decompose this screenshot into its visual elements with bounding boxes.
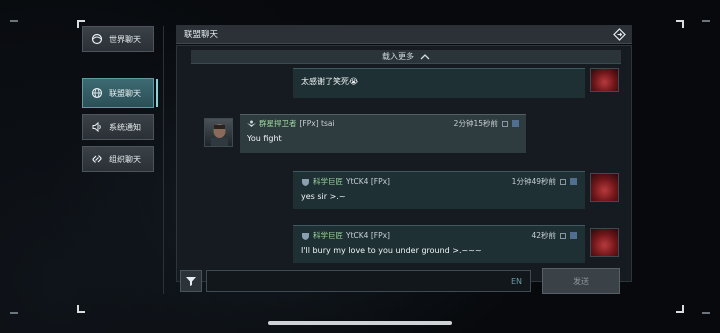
chat-message-bubble[interactable]: 群星捍卫者 [FPx] tsai 2分钟15秒前 You fight [240,114,526,153]
copy-icon[interactable] [502,120,508,127]
copy-icon[interactable] [560,232,566,239]
chat-panel-header: 联盟聊天 [176,25,632,44]
message-time: 2分钟15秒前 [453,119,498,128]
message-text: yes sir >.~ [301,192,346,201]
sidebar-item-world-chat[interactable]: 世界聊天 [82,26,154,52]
copy-icon[interactable] [560,178,566,185]
translate-icon[interactable] [570,178,577,185]
red-demon-avatar[interactable] [590,68,619,92]
frame-tick [10,20,18,22]
sender-tag: YtCK4 [FPx] [346,177,390,186]
message-time: 42秒前 [531,231,556,240]
message-text: I'll bury my love to you under ground >.… [301,246,482,255]
language-indicator[interactable]: EN [511,277,522,286]
shield-badge-icon [302,178,309,186]
globe-swirl-icon [91,33,103,45]
red-demon-avatar[interactable] [590,173,619,202]
frame-tick [702,20,710,22]
chat-message-bubble[interactable]: 科学巨匠 YtCK4 [FPx] 42秒前 I'll bury my love … [293,225,585,263]
send-button[interactable]: 发送 [542,268,620,294]
sender-tag: [FPx] tsai [299,119,335,128]
chat-message-input[interactable]: EN [206,270,531,292]
frame-tick [702,312,710,314]
sidebar-item-label: 世界聊天 [109,34,141,44]
load-more-button[interactable]: 载入更多 [191,50,621,64]
frame-corner [676,305,684,313]
translate-icon[interactable] [512,120,519,127]
sender-tag: YtCK4 [FPx] [346,231,390,240]
rank-wings-icon [247,120,256,127]
sidebar-item-system-notice[interactable]: 系统通知 [82,114,154,140]
sidebar-item-label: 联盟聊天 [109,88,141,98]
message-text: You fight [247,134,282,143]
filter-funnel-icon [186,277,196,286]
sidebar-item-organization-chat[interactable]: 组织聊天 [82,146,154,172]
link-icon [92,155,102,163]
chat-message-list[interactable]: 载入更多 太感谢了笑死😭 群星捍卫者 [FPx] tsai 2分钟15秒前 Yo… [176,45,632,282]
frame-corner [77,305,85,313]
message-text: 太感谢了笑死😭 [301,77,359,86]
sidebar-divider [163,26,164,294]
frame-corner [676,20,684,28]
sender-name[interactable]: 科学巨匠 [313,230,343,241]
sidebar-item-alliance-chat[interactable]: 联盟聊天 [82,78,158,108]
message-time: 1分钟49秒前 [511,177,556,186]
speaker-icon [92,121,101,133]
chevron-up-icon [420,54,430,60]
soldier-avatar[interactable] [204,118,233,147]
chat-panel: 联盟聊天 载入更多 太感谢了笑死😭 群星捍卫者 [FPx] tsai 2分钟15… [176,25,632,301]
panel-title: 联盟聊天 [184,30,219,40]
shield-badge-icon [302,232,309,240]
chat-channel-sidebar: 世界聊天 联盟聊天 系统通知 组织聊天 [82,26,158,178]
sidebar-item-label: 系统通知 [109,122,141,132]
chat-message-bubble[interactable]: 太感谢了笑死😭 [293,68,585,98]
emoji-button[interactable] [180,270,202,292]
home-indicator[interactable] [268,321,452,325]
sender-name[interactable]: 科学巨匠 [313,176,343,187]
red-demon-avatar[interactable] [590,228,619,257]
diamond-arrow-icon[interactable] [613,27,626,41]
chat-input-row: EN 发送 [176,268,632,294]
sidebar-item-label: 组织聊天 [109,154,141,164]
translate-icon[interactable] [570,232,577,239]
sender-name[interactable]: 群星捍卫者 [259,118,297,129]
chat-message-bubble[interactable]: 科学巨匠 YtCK4 [FPx] 1分钟49秒前 yes sir >.~ [293,171,585,209]
frame-tick [10,312,18,314]
globe-icon [91,87,103,99]
load-more-label: 载入更多 [382,52,414,61]
